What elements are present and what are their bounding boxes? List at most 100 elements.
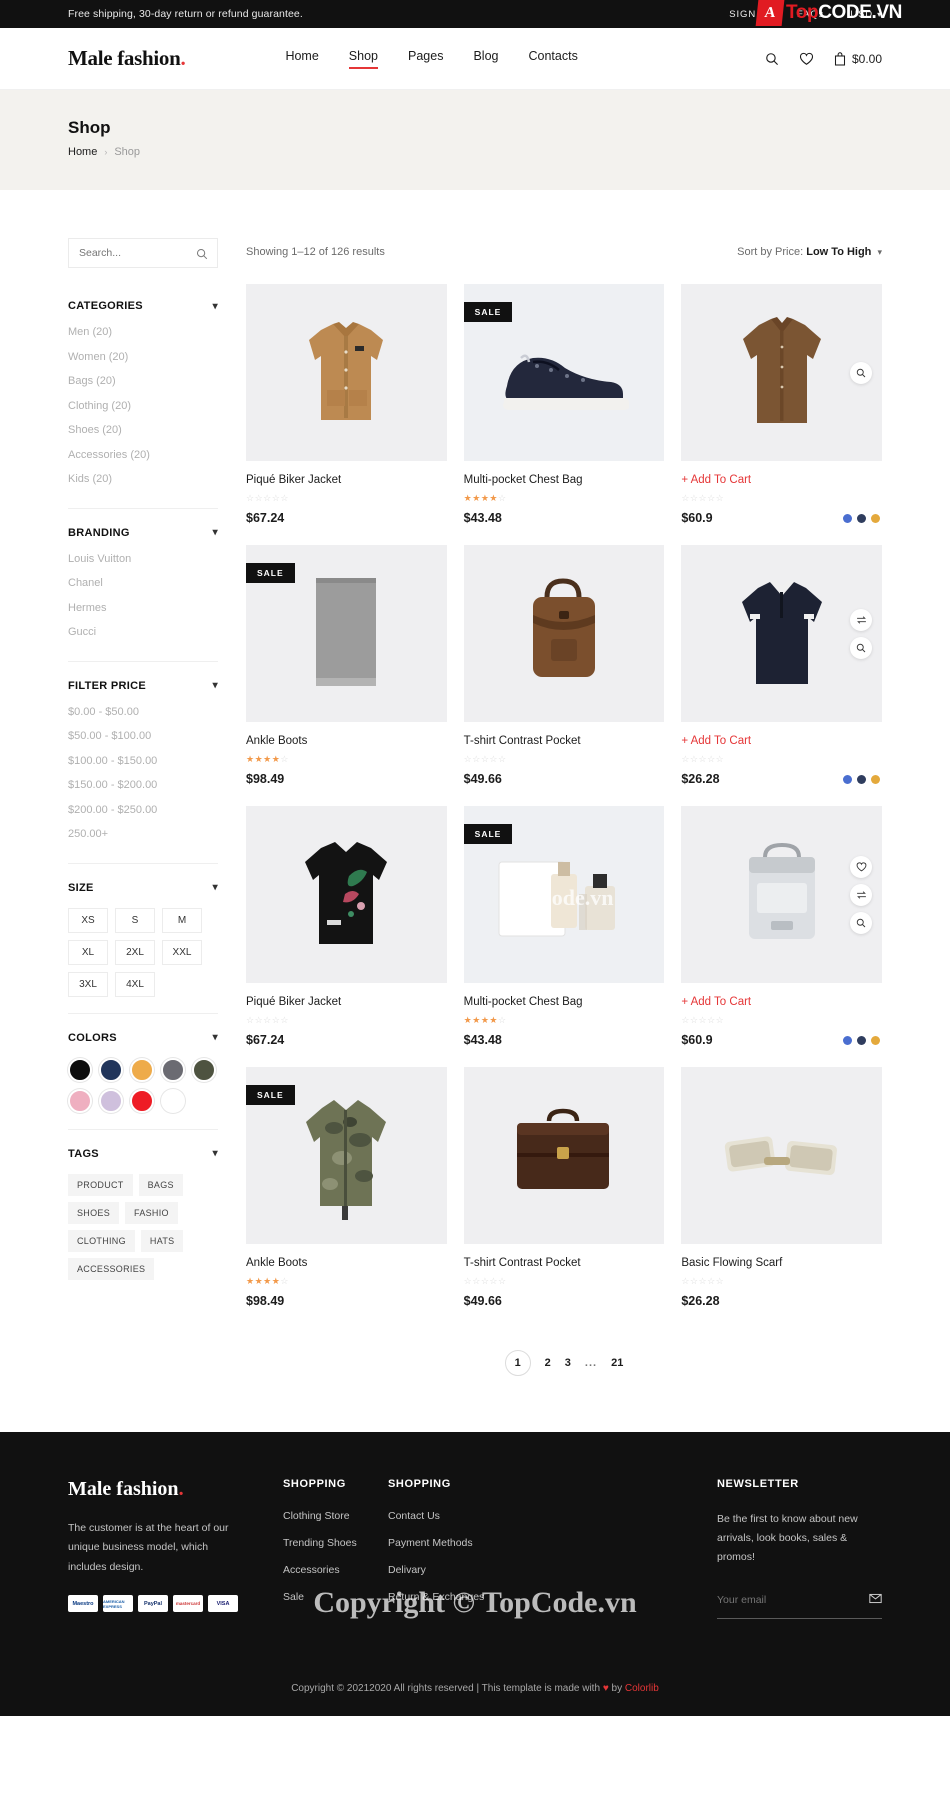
chevron-down-icon[interactable]: ▾ [213,882,218,893]
product-image[interactable] [681,284,882,461]
colorlib-link[interactable]: Colorlib [625,1683,659,1694]
site-logo[interactable]: Male fashion. [68,46,186,71]
page-2[interactable]: 2 [545,1357,551,1369]
footer-link-sale[interactable]: Sale [283,1591,388,1618]
product-card[interactable]: + Add To Cart ☆☆☆☆☆ $60.9 [681,806,882,1047]
search-input[interactable] [79,247,207,259]
filter-price-header[interactable]: FILTER PRICE ▾ [68,680,218,706]
size-header[interactable]: SIZE ▾ [68,882,218,908]
product-color-dot-1[interactable] [857,514,866,523]
branding-header[interactable]: BRANDING ▾ [68,527,218,553]
cart-button[interactable]: $0.00 [834,52,882,66]
product-image[interactable]: SALE [463,284,665,461]
size-option-4xl[interactable]: 4XL [115,971,155,997]
product-image[interactable] [681,1067,882,1244]
size-option-2xl[interactable]: 2XL [115,939,155,965]
size-option-xs[interactable]: XS [68,907,108,933]
category-item-kids[interactable]: Kids (20) [68,473,218,498]
tag-clothing[interactable]: CLOTHING [68,1229,135,1252]
sort-dropdown[interactable]: Sort by Price: Low To High ▾ [737,246,882,258]
search-icon[interactable] [765,52,779,66]
search-icon[interactable] [196,247,208,265]
category-item-men[interactable]: Men (20) [68,326,218,351]
product-image[interactable]: SALE [463,806,665,983]
color-swatch-pink[interactable] [68,1088,92,1113]
page-21[interactable]: 21 [611,1357,623,1369]
category-item-clothing[interactable]: Clothing (20) [68,400,218,425]
color-swatch-black[interactable] [68,1057,92,1082]
nav-item-blog[interactable]: Blog [473,49,498,68]
footer-link-payment-methods[interactable]: Payment Methods [388,1537,568,1564]
size-option-xxl[interactable]: XXL [162,939,202,965]
quick-view-icon[interactable] [850,362,872,384]
size-option-3xl[interactable]: 3XL [68,971,108,997]
brand-item-gucci[interactable]: Gucci [68,626,218,651]
wishlist-heart-icon[interactable] [799,52,814,66]
quick-view-icon[interactable] [850,637,872,659]
tag-accessories[interactable]: ACCESSORIES [68,1257,155,1280]
tag-bags[interactable]: BAGS [138,1173,183,1196]
product-image[interactable]: SALE [246,545,447,722]
size-option-s[interactable]: S [115,907,155,933]
price-range-250-plus[interactable]: 250.00+ [68,828,218,853]
nav-item-shop[interactable]: Shop [348,49,379,69]
footer-link-accessories[interactable]: Accessories [283,1564,388,1591]
product-color-dot-0[interactable] [843,1036,852,1045]
quick-view-icon[interactable] [850,912,872,934]
tag-product[interactable]: PRODUCT [68,1173,133,1196]
product-card[interactable]: Piqué Biker Jacket ☆☆☆☆☆ $67.24 [246,284,447,525]
product-card[interactable]: + Add To Cart ☆☆☆☆☆ $60.9 [681,284,882,525]
newsletter-email-input[interactable] [717,1593,869,1606]
product-card[interactable]: SALE Multi-pocket Chest Bag ★★★★☆ $43.48 [463,806,665,1047]
color-swatch-white[interactable] [161,1088,185,1113]
size-option-m[interactable]: M [162,907,202,933]
chevron-down-icon[interactable]: ▾ [213,527,218,538]
product-image[interactable] [681,806,882,983]
category-item-accessories[interactable]: Accessories (20) [68,449,218,474]
product-card[interactable]: SALE Multi-pocket Chest Bag ★★★★☆ $43.48 [463,284,665,525]
footer-link-delivary[interactable]: Delivary [388,1564,568,1591]
product-card[interactable]: T-shirt Contrast Pocket ☆☆☆☆☆ $49.66 [463,1067,665,1308]
chevron-down-icon[interactable]: ▾ [213,1148,218,1159]
chevron-down-icon[interactable]: ▾ [213,680,218,691]
chevron-down-icon[interactable]: ▾ [213,1032,218,1043]
tag-hats[interactable]: HATS [140,1229,184,1252]
color-swatch-grey[interactable] [161,1057,185,1082]
product-color-dot-2[interactable] [871,1036,880,1045]
footer-link-clothing-store[interactable]: Clothing Store [283,1510,388,1537]
product-image[interactable] [246,806,447,983]
breadcrumb-home[interactable]: Home [68,146,97,158]
sidebar-search[interactable] [68,238,218,268]
color-swatch-olive[interactable] [192,1057,216,1082]
product-card[interactable]: Basic Flowing Scarf ☆☆☆☆☆ $26.28 [681,1067,882,1308]
categories-header[interactable]: CATEGORIES ▾ [68,300,218,326]
product-image[interactable] [681,545,882,722]
compare-icon[interactable] [850,884,872,906]
product-image[interactable]: SALE [246,1067,447,1244]
nav-item-contacts[interactable]: Contacts [528,49,577,68]
product-card[interactable]: Piqué Biker Jacket ☆☆☆☆☆ $67.24 [246,806,447,1047]
product-card[interactable]: SALE Ankle Boots ★★★★☆ $98.49 [246,545,447,786]
page-3[interactable]: 3 [565,1357,571,1369]
price-range-100-150[interactable]: $100.00 - $150.00 [68,755,218,780]
product-card[interactable]: SALE Ankle Boots ★★★★☆ $98.49 [246,1067,447,1308]
product-image[interactable] [246,284,447,461]
brand-item-louis-vuitton[interactable]: Louis Vuitton [68,553,218,578]
product-image[interactable] [463,1067,665,1244]
size-option-xl[interactable]: XL [68,939,108,965]
color-swatch-yellow[interactable] [130,1057,154,1082]
compare-icon[interactable] [850,609,872,631]
product-color-dot-0[interactable] [843,514,852,523]
footer-logo[interactable]: Male fashion. [68,1478,283,1501]
nav-item-pages[interactable]: Pages [408,49,443,68]
footer-link-contact-us[interactable]: Contact Us [388,1510,568,1537]
chevron-down-icon[interactable]: ▾ [213,301,218,312]
color-swatch-navy[interactable] [99,1057,123,1082]
product-card[interactable]: T-shirt Contrast Pocket ☆☆☆☆☆ $49.66 [463,545,665,786]
footer-link-trending-shoes[interactable]: Trending Shoes [283,1537,388,1564]
price-range-50-100[interactable]: $50.00 - $100.00 [68,730,218,755]
product-image[interactable] [463,545,665,722]
product-card[interactable]: + Add To Cart ☆☆☆☆☆ $26.28 [681,545,882,786]
price-range-150-200[interactable]: $150.00 - $200.00 [68,779,218,804]
brand-item-hermes[interactable]: Hermes [68,602,218,627]
